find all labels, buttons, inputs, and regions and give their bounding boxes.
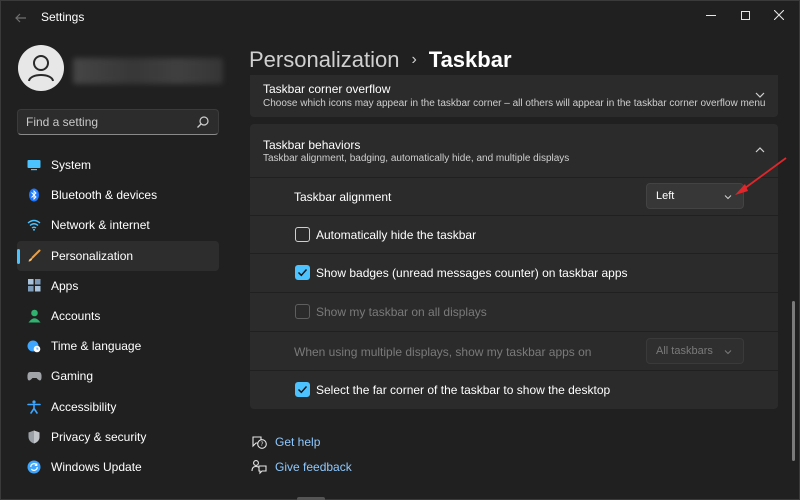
sidebar-item-windows-update[interactable]: Windows Update (17, 452, 219, 482)
get-help-label: Get help (275, 435, 321, 449)
section-title: Taskbar behaviors (263, 138, 361, 152)
sidebar-item-label: Gaming (51, 369, 94, 384)
get-help-link[interactable]: ? Get help (250, 433, 320, 451)
show-badges-checkbox[interactable] (295, 265, 310, 280)
breadcrumb-separator: › (411, 51, 417, 68)
scrollbar[interactable] (792, 301, 795, 461)
back-button[interactable] (9, 7, 33, 29)
far-corner-label: Select the far corner of the taskbar to … (316, 383, 611, 397)
sidebar-nav: System Bluetooth & devices Network & int… (17, 150, 219, 482)
auto-hide-row[interactable]: Automatically hide the taskbar (250, 216, 778, 253)
sidebar-item-personalization[interactable]: Personalization (17, 240, 219, 271)
sidebar-item-time-language[interactable]: Time & language (17, 331, 219, 361)
sidebar-item-privacy[interactable]: Privacy & security (17, 422, 219, 452)
chevron-down-icon[interactable] (754, 89, 766, 101)
taskbar-alignment-label: Taskbar alignment (294, 190, 392, 204)
section-subtitle: Choose which icons may appear in the tas… (263, 98, 766, 109)
maximize-button[interactable] (728, 1, 762, 29)
breadcrumb-parent[interactable]: Personalization (249, 47, 399, 73)
accessibility-icon (26, 399, 42, 415)
taskbar-behaviors-section[interactable]: Taskbar behaviors Taskbar alignment, bad… (250, 124, 778, 177)
settings-window: Settings Syst (0, 0, 800, 500)
minimize-icon (706, 14, 716, 16)
all-displays-row: Show my taskbar on all displays (250, 293, 778, 331)
show-badges-row[interactable]: Show badges (unread messages counter) on… (250, 254, 778, 292)
sidebar-item-label: System (51, 158, 92, 173)
section-title: Taskbar corner overflow (263, 82, 391, 96)
far-corner-checkbox[interactable] (295, 382, 310, 397)
dropdown-value: All taskbars (656, 345, 713, 357)
breadcrumb: Personalization › Taskbar (249, 45, 512, 75)
paintbrush-icon (26, 248, 42, 264)
apps-icon (26, 278, 42, 294)
person-icon (28, 55, 54, 82)
globe-clock-icon (26, 338, 42, 354)
sidebar-item-label: Accounts (51, 309, 101, 324)
all-displays-checkbox (295, 304, 310, 319)
feedback-icon (251, 460, 267, 475)
taskbar-corner-overflow-section[interactable]: Taskbar corner overflow Choose which ico… (250, 75, 778, 117)
person-icon (26, 308, 42, 324)
auto-hide-checkbox[interactable] (295, 227, 310, 242)
sidebar-item-label: Privacy & security (51, 429, 147, 444)
all-displays-label: Show my taskbar on all displays (316, 305, 487, 319)
sidebar-item-label: Personalization (51, 248, 134, 263)
sidebar-item-apps[interactable]: Apps (17, 271, 219, 301)
sidebar-item-gaming[interactable]: Gaming (17, 361, 219, 391)
search-input[interactable] (18, 110, 190, 134)
sidebar-item-accounts[interactable]: Accounts (17, 301, 219, 331)
sync-icon (26, 459, 42, 475)
sidebar-item-system[interactable]: System (17, 150, 219, 180)
far-corner-row[interactable]: Select the far corner of the taskbar to … (250, 371, 778, 409)
multi-display-row: When using multiple displays, show my ta… (250, 332, 778, 370)
help-icon: ? (252, 436, 267, 449)
give-feedback-label: Give feedback (275, 460, 352, 474)
sidebar-item-accessibility[interactable]: Accessibility (17, 392, 219, 422)
search-box[interactable] (17, 109, 219, 135)
sidebar-item-label: Windows Update (51, 459, 142, 474)
multi-display-dropdown: All taskbars (646, 338, 744, 364)
section-subtitle: Taskbar alignment, badging, automaticall… (263, 153, 570, 164)
back-arrow-icon (15, 13, 26, 23)
shield-icon (26, 429, 42, 445)
bluetooth-icon (26, 187, 42, 203)
checkmark-icon (298, 386, 308, 394)
checkmark-icon (298, 269, 308, 277)
sidebar-item-label: Network & internet (51, 218, 150, 233)
auto-hide-label: Automatically hide the taskbar (316, 228, 477, 242)
title-bar: Settings (1, 1, 799, 33)
multi-display-label: When using multiple displays, show my ta… (294, 345, 592, 359)
sidebar-item-label: Bluetooth & devices (51, 188, 158, 203)
sidebar-item-network[interactable]: Network & internet (17, 210, 219, 240)
sidebar-item-label: Accessibility (51, 399, 117, 414)
app-title: Settings (41, 10, 85, 24)
wifi-icon (26, 217, 42, 233)
gamepad-icon (26, 368, 42, 384)
sidebar-item-bluetooth[interactable]: Bluetooth & devices (17, 180, 219, 210)
close-icon (774, 10, 784, 20)
avatar[interactable] (18, 45, 64, 91)
chevron-down-icon (724, 195, 732, 200)
chevron-up-icon[interactable] (754, 144, 766, 156)
maximize-icon (740, 10, 750, 20)
show-badges-label: Show badges (unread messages counter) on… (316, 266, 628, 280)
taskbar-alignment-dropdown[interactable]: Left (646, 183, 744, 209)
search-icon[interactable] (196, 115, 210, 129)
svg-text:?: ? (260, 441, 263, 448)
give-feedback-link[interactable]: Give feedback (250, 458, 352, 476)
close-button[interactable] (762, 1, 796, 29)
sidebar-item-label: Time & language (51, 339, 142, 354)
monitor-icon (26, 157, 42, 173)
dropdown-value: Left (656, 190, 675, 202)
taskbar-alignment-row: Taskbar alignment Left (250, 178, 778, 215)
chevron-down-icon (724, 350, 732, 355)
page-title: Taskbar (428, 47, 512, 72)
sidebar-item-label: Apps (51, 278, 79, 293)
minimize-button[interactable] (694, 1, 728, 29)
profile-name-redacted (73, 58, 223, 84)
